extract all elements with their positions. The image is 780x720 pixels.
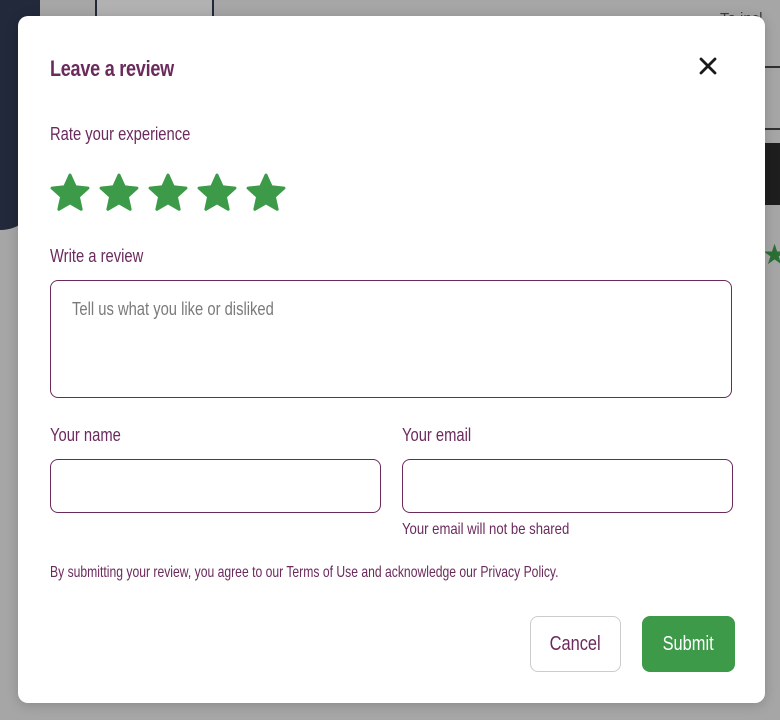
star-icon-3[interactable] xyxy=(146,171,190,215)
submit-button-label: Submit xyxy=(662,632,715,655)
close-icon xyxy=(699,57,717,75)
email-hint: Your email will not be shared xyxy=(402,521,570,538)
review-placeholder: Tell us what you like or disliked xyxy=(72,299,274,319)
star-rating[interactable] xyxy=(48,171,288,215)
submit-button[interactable]: Submit xyxy=(642,616,735,672)
review-textarea[interactable]: Tell us what you like or disliked xyxy=(50,280,732,398)
cancel-button-label: Cancel xyxy=(549,632,602,655)
star-icon-4[interactable] xyxy=(195,171,239,215)
star-icon-5[interactable] xyxy=(244,171,288,215)
email-input[interactable] xyxy=(402,459,733,513)
cancel-button[interactable]: Cancel xyxy=(530,616,621,672)
email-label: Your email xyxy=(402,425,472,445)
star-icon-1[interactable] xyxy=(48,171,92,215)
rating-label: Rate your experience xyxy=(50,124,191,144)
modal-title: Leave a review xyxy=(50,56,174,81)
name-input[interactable] xyxy=(50,459,381,513)
review-label: Write a review xyxy=(50,246,144,266)
name-label: Your name xyxy=(50,425,121,445)
legal-notice: By submitting your review, you agree to … xyxy=(50,564,559,581)
close-button[interactable] xyxy=(694,52,722,80)
review-modal: Leave a review Rate your experience Writ… xyxy=(18,16,765,703)
star-icon-2[interactable] xyxy=(97,171,141,215)
